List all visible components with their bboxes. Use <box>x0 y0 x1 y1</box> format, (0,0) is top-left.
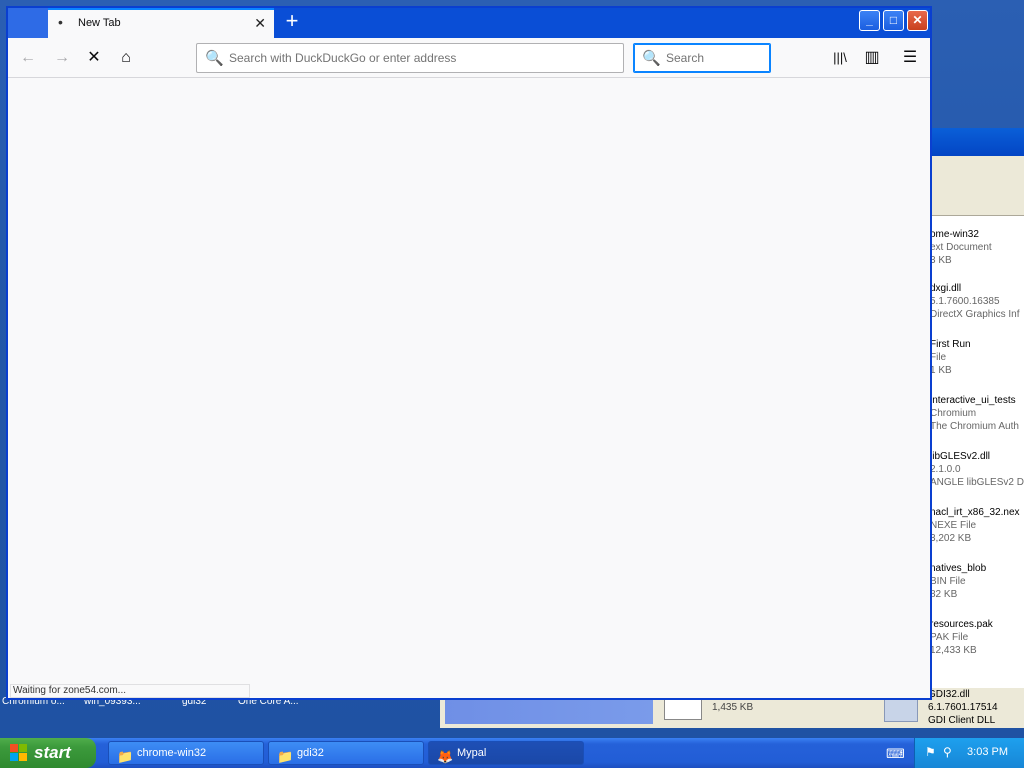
address-bar[interactable]: 🔍 <box>196 43 624 73</box>
back-arrow-icon[interactable]: ← <box>16 46 40 70</box>
start-label: start <box>34 743 71 762</box>
file-name: resources.pak <box>930 619 993 630</box>
windows-logo-icon <box>10 744 28 762</box>
taskbar-item-label: gdi32 <box>297 747 324 759</box>
taskbar-item-gdi32[interactable]: 📁 gdi32 <box>268 741 424 765</box>
folder-icon: 📁 <box>117 749 134 764</box>
file-size: 3 KB <box>930 255 952 266</box>
taskbar-item-label: Mypal <box>457 747 487 759</box>
file-type: BIN File <box>930 576 966 587</box>
tab-bar-left-space <box>8 8 48 38</box>
home-icon[interactable]: ⌂ <box>114 46 138 70</box>
mypal-icon: 🦊 <box>437 749 454 764</box>
browser-window: • New Tab ✕ + _ □ ✕ ← → ✕ ⌂ 🔍 🔍 |||\ ▥ ☰… <box>6 6 932 700</box>
search-input[interactable] <box>666 44 766 72</box>
file-size: The Chromium Auth <box>930 421 1019 432</box>
file-size: DirectX Graphics Inf <box>930 309 1020 320</box>
keyboard-icon[interactable]: ⌨ <box>886 746 905 762</box>
page-content[interactable] <box>8 79 930 687</box>
library-icon[interactable]: |||\ <box>828 46 852 70</box>
taskbar-item-chrome-win32[interactable]: 📁 chrome-win32 <box>108 741 264 765</box>
file-name: GDI32.dll <box>928 689 970 700</box>
file-item[interactable]: GDI32.dll 6.1.7601.17514 GDI Client DLL <box>928 688 998 727</box>
file-size: 3,202 KB <box>930 533 972 544</box>
taskbar-item-label: chrome-win32 <box>137 747 207 759</box>
file-size: 1,435 KB <box>712 702 754 713</box>
maximize-button[interactable]: □ <box>883 10 904 31</box>
file-item[interactable]: nacl_irt_x86_32.nex NEXE File 3,202 KB <box>930 506 1024 545</box>
close-button[interactable]: ✕ <box>907 10 928 31</box>
sidebar-icon[interactable]: ▥ <box>860 46 884 70</box>
file-item[interactable]: natives_blob BIN File 82 KB <box>930 562 1024 601</box>
search-box[interactable]: 🔍 <box>633 43 771 73</box>
loading-indicator-icon: • <box>58 14 63 30</box>
tab-title: New Tab <box>78 17 121 29</box>
file-size: 82 KB <box>930 589 958 600</box>
file-item[interactable]: interactive_ui_tests Chromium The Chromi… <box>930 394 1024 433</box>
file-size: ANGLE libGLESv2 Dy <box>930 477 1024 488</box>
file-type: PAK File <box>930 632 969 643</box>
system-tray: ⚑ ⚲ 3:03 PM <box>914 738 1024 768</box>
stop-icon[interactable]: ✕ <box>82 46 106 70</box>
file-name: First Run <box>930 339 971 350</box>
file-size: 12,433 KB <box>930 645 977 656</box>
file-item[interactable]: First Run File 1 KB <box>930 338 1024 377</box>
search-icon: 🔍 <box>205 50 224 67</box>
file-item[interactable]: ome-win32 ext Document 3 KB <box>930 228 1024 267</box>
taskbar: start 📁 chrome-win32 📁 gdi32 🦊 Mypal ⌨ ⚑… <box>0 738 1024 768</box>
file-item[interactable]: resources.pak PAK File 12,433 KB <box>930 618 1024 657</box>
tab-new-tab[interactable]: • New Tab ✕ <box>48 8 274 38</box>
file-name: interactive_ui_tests <box>930 395 1016 406</box>
file-type: NEXE File <box>930 520 977 531</box>
file-name: nacl_irt_x86_32.nex <box>930 507 1020 518</box>
file-size: 1 KB <box>930 365 952 376</box>
file-type: ext Document <box>930 242 992 253</box>
search-tray-icon[interactable]: ⚲ <box>943 745 952 759</box>
minimize-button[interactable]: _ <box>859 10 880 31</box>
forward-arrow-icon[interactable]: → <box>50 46 74 70</box>
file-name: dxgi.dll <box>930 283 962 294</box>
file-type: File <box>930 352 947 363</box>
file-type: 5.1.7600.16385 <box>930 296 1000 307</box>
file-item[interactable]: dxgi.dll 5.1.7600.16385 DirectX Graphics… <box>930 282 1024 321</box>
search-icon: 🔍 <box>642 50 661 67</box>
file-version: 6.1.7601.17514 <box>928 702 998 713</box>
status-bar: Waiting for zone54.com... <box>10 684 250 698</box>
folder-icon: 📁 <box>277 749 294 764</box>
file-type: Chromium <box>930 408 977 419</box>
clock[interactable]: 3:03 PM <box>967 746 1008 758</box>
tab-close-icon[interactable]: ✕ <box>254 15 266 32</box>
file-name: ome-win32 <box>930 229 979 240</box>
file-description: GDI Client DLL <box>928 715 996 726</box>
tab-bar[interactable]: • New Tab ✕ + _ □ ✕ <box>8 8 930 38</box>
navigation-toolbar: ← → ✕ ⌂ 🔍 🔍 |||\ ▥ ☰ <box>8 38 930 78</box>
new-tab-button[interactable]: + <box>280 10 304 34</box>
file-item[interactable]: libGLESv2.dll 2.1.0.0 ANGLE libGLESv2 Dy <box>930 450 1024 489</box>
start-button[interactable]: start <box>0 738 96 768</box>
file-name: natives_blob <box>930 563 987 574</box>
file-name: libGLESv2.dll <box>930 451 991 462</box>
menu-icon[interactable]: ☰ <box>898 46 922 70</box>
taskbar-item-mypal[interactable]: 🦊 Mypal <box>428 741 584 765</box>
network-icon[interactable]: ⚑ <box>925 745 936 759</box>
url-input[interactable] <box>229 44 619 72</box>
file-type: 2.1.0.0 <box>930 464 961 475</box>
